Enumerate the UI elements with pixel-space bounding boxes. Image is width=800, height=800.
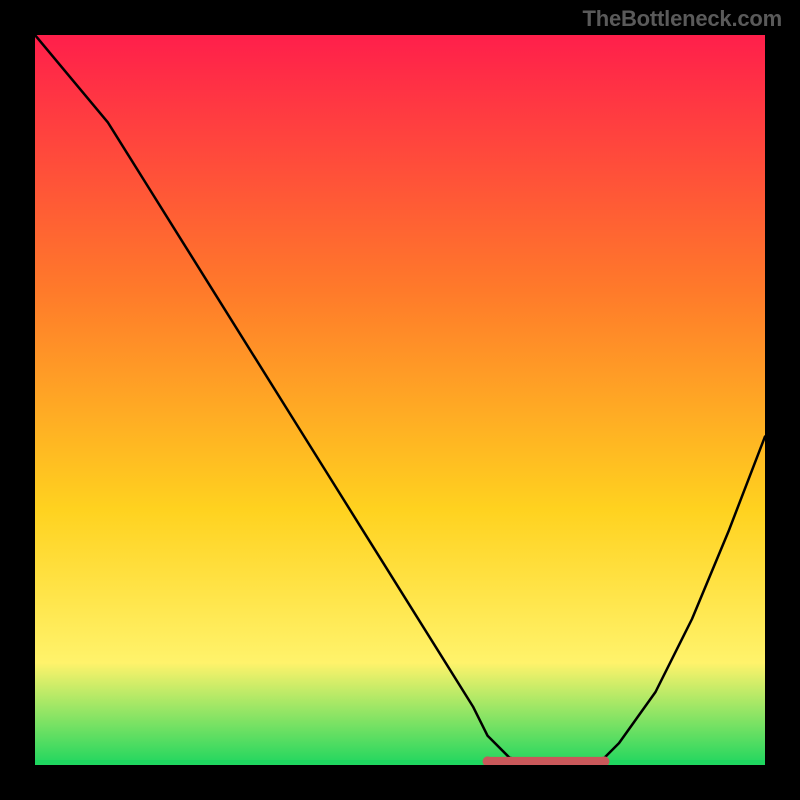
- gradient-background: [35, 35, 765, 765]
- chart-container: { "watermark": "TheBottleneck.com", "col…: [0, 0, 800, 800]
- chart-svg: [35, 35, 765, 765]
- plot-area: [35, 35, 765, 765]
- watermark-text: TheBottleneck.com: [582, 6, 782, 32]
- green-baseline: [35, 760, 765, 765]
